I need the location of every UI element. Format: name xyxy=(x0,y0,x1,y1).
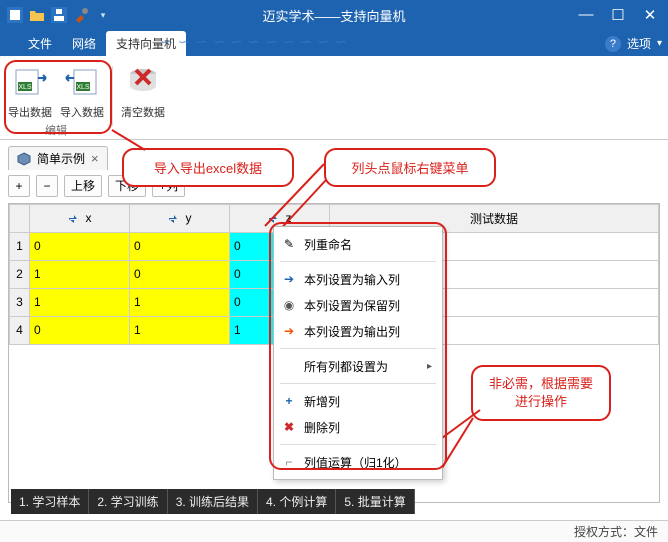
menu-set-output[interactable]: ➔本列设置为输出列 xyxy=(274,318,442,344)
decorative-swirl: ∽∽∽∽∽∽∽∽∽∽∽ xyxy=(160,32,580,50)
import-icon: XLS xyxy=(62,62,102,102)
cube-icon xyxy=(17,152,31,166)
options-dropdown-icon[interactable]: ▾ xyxy=(657,38,662,49)
col-header-x[interactable]: x xyxy=(30,204,130,232)
tools-icon[interactable] xyxy=(72,6,90,24)
menu-add-col[interactable]: +新增列 xyxy=(274,388,442,414)
rename-icon: ✎ xyxy=(281,237,297,251)
ribbon-group-label: 编辑 xyxy=(45,122,67,138)
open-icon[interactable] xyxy=(28,6,46,24)
file-tab-close[interactable]: × xyxy=(91,151,99,166)
input-icon xyxy=(268,214,282,224)
step-tab-5[interactable]: 5. 批量计算 xyxy=(336,489,414,514)
menu-rename[interactable]: ✎列重命名 xyxy=(274,231,442,257)
menu-file[interactable]: 文件 xyxy=(18,31,62,56)
menu-set-all[interactable]: 所有列都设置为▸ xyxy=(274,353,442,379)
menubar: ∽∽∽∽∽∽∽∽∽∽∽ 文件 网络 支持向量机 ? 选项 ▾ xyxy=(0,30,668,56)
ql-dropdown-icon[interactable]: ▾ xyxy=(94,6,112,24)
menu-normalize[interactable]: ⌐列值运算（归1化） xyxy=(274,449,442,475)
menu-set-keep[interactable]: ◉本列设置为保留列 xyxy=(274,292,442,318)
menu-separator xyxy=(280,444,436,445)
save-icon[interactable] xyxy=(50,6,68,24)
clear-icon xyxy=(123,62,163,102)
menu-separator xyxy=(280,383,436,384)
export-data-button[interactable]: XLS 导出数据 xyxy=(6,62,54,120)
export-icon: XLS xyxy=(10,62,50,102)
quick-launch: ▾ xyxy=(6,6,112,24)
step-tab-1[interactable]: 1. 学习样本 xyxy=(11,489,89,514)
callout-header-ctx: 列头点鼠标右键菜单 xyxy=(324,148,496,187)
maximize-button[interactable]: ☐ xyxy=(606,6,630,24)
input-icon: ➔ xyxy=(281,272,297,286)
callout-optional: 非必需，根据需要进行操作 xyxy=(471,365,611,421)
file-tab[interactable]: 简单示例 × xyxy=(8,146,108,170)
col-header-y[interactable]: y xyxy=(130,204,230,232)
statusbar: 授权方式：文件 xyxy=(0,520,668,542)
help-icon[interactable]: ? xyxy=(605,36,621,52)
output-icon: ➔ xyxy=(281,324,297,338)
menu-net[interactable]: 网络 xyxy=(62,31,106,56)
add-row-button[interactable]: + xyxy=(8,175,30,197)
step-tabs: 1. 学习样本 2. 学习训练 3. 训练后结果 4. 个例计算 5. 批量计算 xyxy=(11,489,415,514)
normalize-icon: ⌐ xyxy=(281,455,297,469)
ribbon-group-clear: 清空数据 xyxy=(119,62,167,120)
corner-cell xyxy=(10,204,30,232)
options-label[interactable]: 选项 xyxy=(627,35,651,52)
keep-icon: ◉ xyxy=(281,298,297,312)
ribbon: XLS 导出数据 XLS 导入数据 编辑 清空数据 xyxy=(0,56,668,140)
step-tab-4[interactable]: 4. 个例计算 xyxy=(258,489,336,514)
input-icon xyxy=(68,214,82,224)
import-label: 导入数据 xyxy=(60,104,104,120)
plus-icon: + xyxy=(281,394,297,408)
export-label: 导出数据 xyxy=(8,104,52,120)
clear-label: 清空数据 xyxy=(121,104,165,120)
menu-separator xyxy=(280,348,436,349)
ribbon-separator xyxy=(112,66,113,126)
column-context-menu: ✎列重命名 ➔本列设置为输入列 ◉本列设置为保留列 ➔本列设置为输出列 所有列都… xyxy=(273,226,443,480)
titlebar: ▾ 迈实学术——支持向量机 — ☐ ✕ xyxy=(0,0,668,30)
file-tab-label: 简单示例 xyxy=(37,150,85,167)
delete-icon: ✖ xyxy=(281,420,297,434)
input-icon xyxy=(168,214,182,224)
menu-del-col[interactable]: ✖删除列 xyxy=(274,414,442,440)
minimize-button[interactable]: — xyxy=(574,6,598,24)
menu-svm[interactable]: 支持向量机 xyxy=(106,31,186,56)
menu-set-input[interactable]: ➔本列设置为输入列 xyxy=(274,266,442,292)
close-button[interactable]: ✕ xyxy=(638,6,662,24)
chevron-right-icon: ▸ xyxy=(427,361,432,372)
remove-row-button[interactable]: − xyxy=(36,175,58,197)
clear-data-button[interactable]: 清空数据 xyxy=(119,62,167,120)
menu-separator xyxy=(280,261,436,262)
svg-text:XLS: XLS xyxy=(76,84,90,91)
move-up-button[interactable]: 上移 xyxy=(64,175,102,197)
callout-import-export: 导入导出excel数据 xyxy=(122,148,294,187)
app-icon xyxy=(6,6,24,24)
import-data-button[interactable]: XLS 导入数据 xyxy=(58,62,106,120)
step-tab-3[interactable]: 3. 训练后结果 xyxy=(168,489,258,514)
status-text: 授权方式：文件 xyxy=(574,523,658,540)
svg-text:XLS: XLS xyxy=(18,84,32,91)
ribbon-group-edit: XLS 导出数据 XLS 导入数据 编辑 xyxy=(6,62,106,138)
step-tab-2[interactable]: 2. 学习训练 xyxy=(89,489,167,514)
